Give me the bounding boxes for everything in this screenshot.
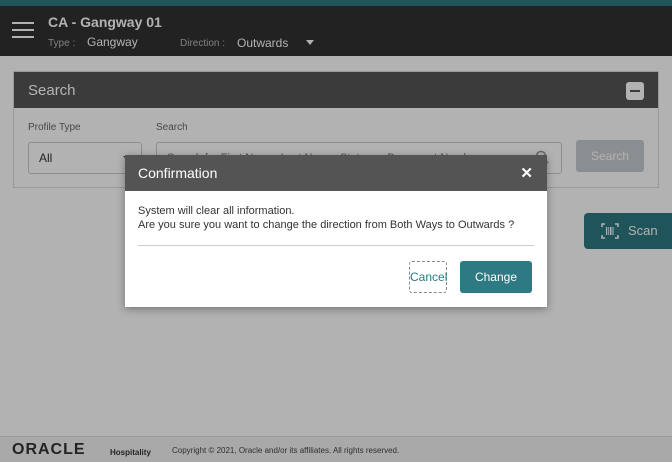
dialog-divider xyxy=(138,245,534,246)
dialog-header: Confirmation ✕ xyxy=(125,155,547,191)
dialog-message-line2: Are you sure you want to change the dire… xyxy=(138,219,515,231)
close-icon[interactable]: ✕ xyxy=(520,164,533,182)
change-button[interactable]: Change xyxy=(460,261,532,293)
cancel-button[interactable]: Cancel xyxy=(409,261,447,293)
dialog-message-line1: System will clear all information. xyxy=(138,205,295,217)
dialog-title: Confirmation xyxy=(138,165,218,181)
confirmation-dialog: Confirmation ✕ System will clear all inf… xyxy=(125,155,547,307)
